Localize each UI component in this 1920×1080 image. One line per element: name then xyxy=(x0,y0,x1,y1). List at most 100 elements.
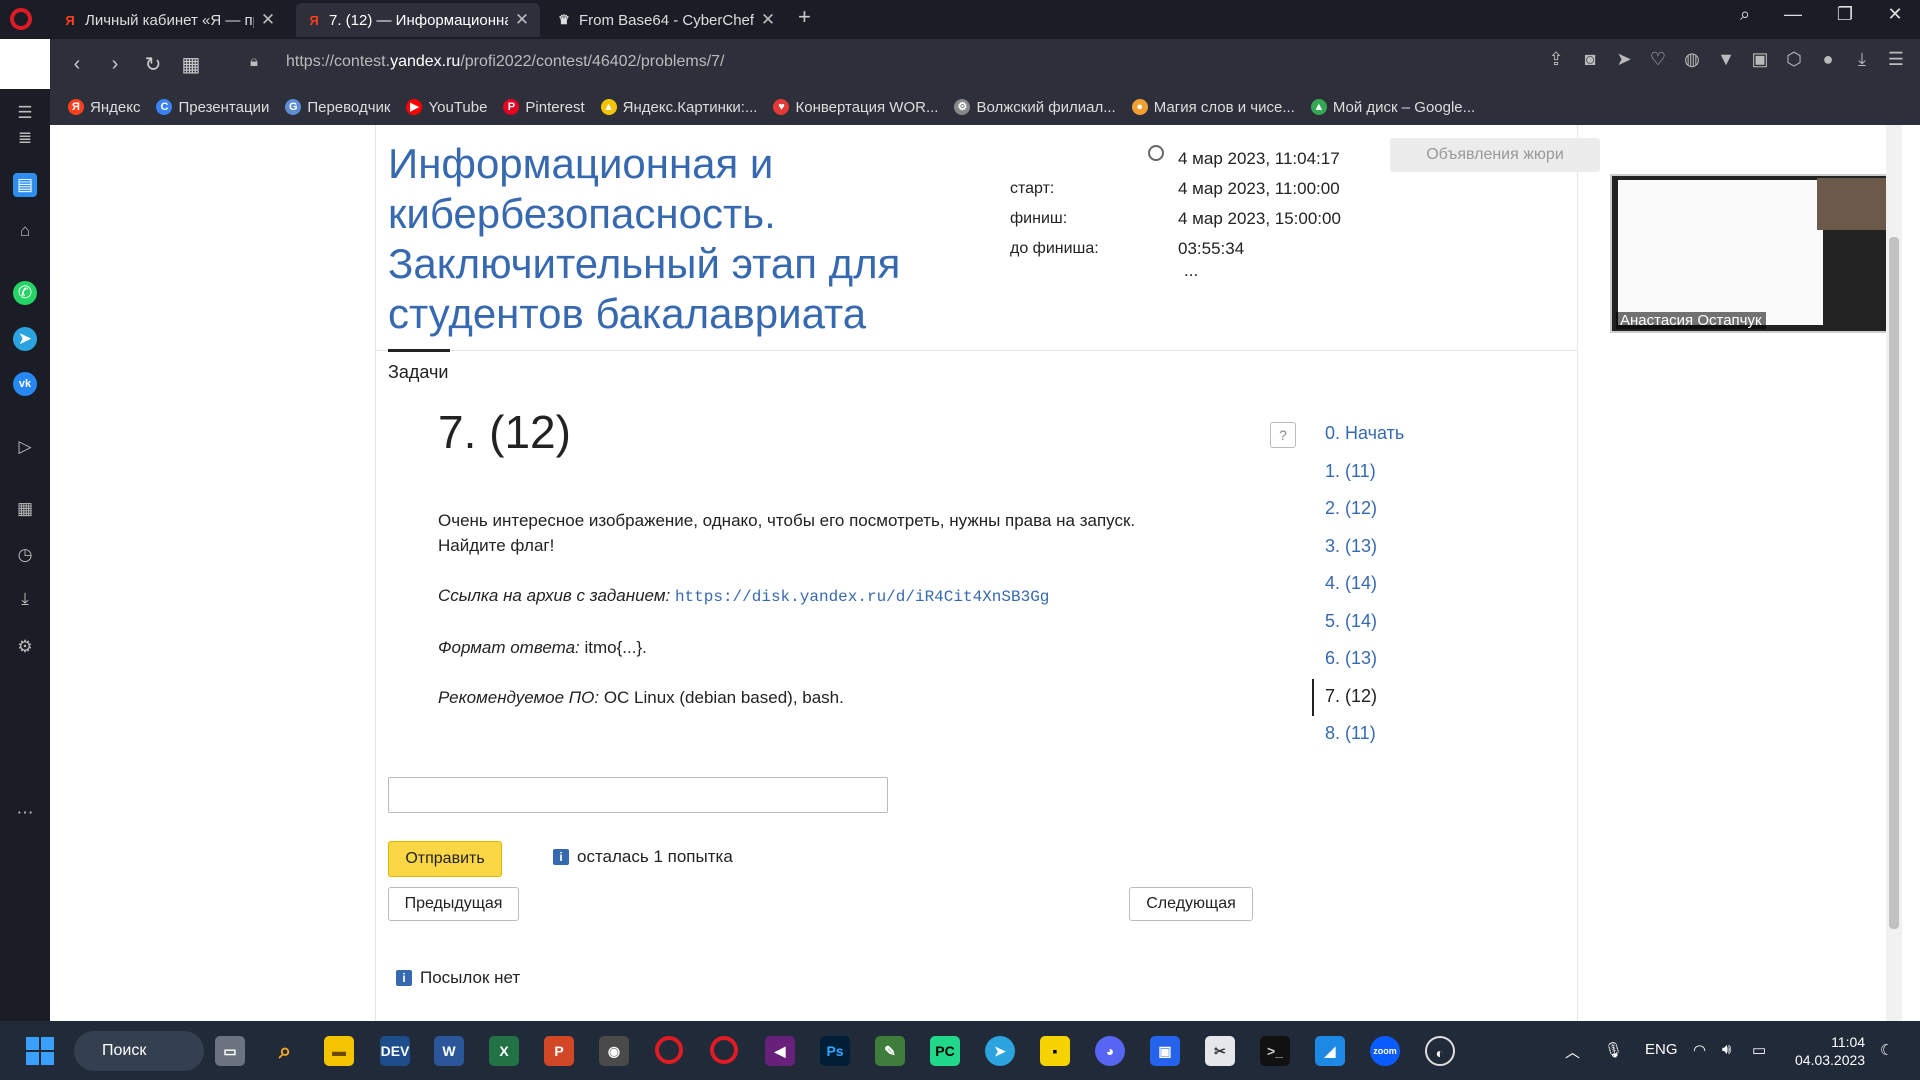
lock-icon[interactable]: 🔒︎ xyxy=(250,53,258,70)
tab-personal-cabinet[interactable]: Я Личный кабинет «Я — пр ✕ xyxy=(52,3,286,37)
tab-problem[interactable]: Я 7. (12) — Информационна ✕ xyxy=(296,3,540,37)
tab-tasks[interactable]: Задачи xyxy=(388,362,448,383)
share-icon[interactable]: ⇪ xyxy=(1544,49,1568,70)
close-tab-icon[interactable]: ✕ xyxy=(760,10,776,30)
opera-logo-icon[interactable] xyxy=(10,8,32,30)
game-app-icon[interactable]: ◉ xyxy=(599,1036,629,1066)
taskbar-clock[interactable]: 11:04 04.03.2023 xyxy=(1795,1033,1865,1069)
bookmark-convert-word[interactable]: ♥ Конвертация WOR... xyxy=(773,99,938,116)
sticky-notes-icon[interactable]: ▪ xyxy=(1040,1036,1070,1066)
extension-icon[interactable]: ▣ xyxy=(1748,49,1772,70)
vpn-icon[interactable]: ▼ xyxy=(1714,49,1738,70)
history-icon[interactable]: ◷ xyxy=(13,543,37,567)
whatsapp-icon[interactable]: ✆ xyxy=(13,281,37,305)
notes-icon[interactable]: ☰ xyxy=(13,101,37,125)
camera-icon[interactable]: ◙ xyxy=(1578,49,1602,70)
minimize-icon[interactable]: — xyxy=(1778,4,1808,25)
bookmark-volzhsky[interactable]: ⚙ Волжский филиал... xyxy=(954,99,1116,116)
bookmark-magic-words[interactable]: ● Магия слов и чисе... xyxy=(1131,99,1295,116)
task-view-icon[interactable]: ▭ xyxy=(215,1036,245,1066)
file-explorer-icon[interactable]: ▬ xyxy=(324,1036,354,1066)
workspace-icon[interactable]: ▤ xyxy=(13,173,37,197)
battery-icon[interactable]: ▭ xyxy=(1752,1041,1766,1059)
next-button[interactable]: Следующая xyxy=(1129,887,1253,921)
dev-app-icon[interactable]: DEV xyxy=(380,1036,410,1066)
bookmark-pinterest[interactable]: P Pinterest xyxy=(503,99,585,116)
apps-icon[interactable]: ▦ xyxy=(13,497,37,521)
opera-gx-icon[interactable] xyxy=(710,1036,738,1064)
search-tabs-icon[interactable]: ⌕ xyxy=(1730,4,1760,25)
taskbar-search[interactable]: Поиск xyxy=(74,1031,204,1071)
profile-icon[interactable]: ● xyxy=(1816,49,1840,70)
photoshop-icon[interactable]: Ps xyxy=(820,1036,850,1066)
terminal-icon[interactable]: >_ xyxy=(1260,1036,1290,1066)
scroll-thumb[interactable] xyxy=(1889,237,1899,929)
pycharm-icon[interactable]: PC xyxy=(930,1036,960,1066)
back-icon[interactable]: ‹ xyxy=(58,53,96,76)
windows-start-icon[interactable] xyxy=(26,1037,54,1065)
problem-link-5[interactable]: 5. (14) xyxy=(1325,603,1404,641)
jury-announcements-button[interactable]: Объявления жюри xyxy=(1390,138,1600,172)
close-tab-icon[interactable]: ✕ xyxy=(514,10,530,30)
more-icon[interactable]: ⋯ xyxy=(13,801,37,825)
bookmark-yandex[interactable]: Я Яндекс xyxy=(68,99,140,116)
obs-icon[interactable]: ◐ xyxy=(1425,1036,1455,1066)
problem-link-3[interactable]: 3. (13) xyxy=(1325,528,1404,566)
search-app-icon[interactable]: ⌕ xyxy=(270,1036,300,1066)
discord-icon[interactable]: ◕ xyxy=(1095,1036,1125,1066)
problem-link-6[interactable]: 6. (13) xyxy=(1325,640,1404,678)
wifi-icon[interactable]: ◠ xyxy=(1693,1041,1706,1059)
show-hidden-icons-icon[interactable]: ︿ xyxy=(1565,1041,1580,1062)
opera-icon[interactable] xyxy=(655,1036,683,1064)
excel-icon[interactable]: X xyxy=(489,1036,519,1066)
globe-icon[interactable]: ◍ xyxy=(1680,49,1704,70)
answer-input[interactable] xyxy=(388,777,888,813)
problem-link-2[interactable]: 2. (12) xyxy=(1325,490,1404,528)
shark-app-icon[interactable]: ◢ xyxy=(1315,1036,1345,1066)
player-icon[interactable]: ▷ xyxy=(13,435,37,459)
word-icon[interactable]: W xyxy=(434,1036,464,1066)
problem-link-1[interactable]: 1. (11) xyxy=(1325,453,1404,491)
video-call-tile[interactable]: Анастасия Остапчук xyxy=(1610,174,1891,333)
notepad-icon[interactable]: ✂ xyxy=(1205,1036,1235,1066)
more-ellipsis[interactable]: ... xyxy=(1178,262,1398,294)
telegram-icon[interactable]: ➤ xyxy=(985,1036,1015,1066)
problem-link-7[interactable]: 7. (12) xyxy=(1325,678,1404,716)
powerpoint-icon[interactable]: P xyxy=(544,1036,574,1066)
visual-studio-icon[interactable]: ◀ xyxy=(765,1036,795,1066)
problem-link-0[interactable]: 0. Начать xyxy=(1325,415,1404,453)
tabs-grid-icon[interactable]: ▦ xyxy=(172,52,210,77)
volume-icon[interactable]: 🔊︎ xyxy=(1722,1041,1731,1058)
save-disk-icon[interactable]: ▣ xyxy=(1150,1036,1180,1066)
forward-icon[interactable]: › xyxy=(96,53,134,76)
tab-cyberchef[interactable]: ♛ From Base64 - CyberChef ✕ xyxy=(546,3,786,37)
image-editor-icon[interactable]: ✎ xyxy=(875,1036,905,1066)
page-scrollbar[interactable] xyxy=(1886,125,1902,1021)
bookmark-presentations[interactable]: C Презентации xyxy=(156,99,269,116)
language-indicator[interactable]: ENG xyxy=(1645,1041,1678,1058)
send-icon[interactable]: ➤ xyxy=(1612,49,1636,70)
easy-setup-icon[interactable]: ☰ xyxy=(1884,49,1908,70)
bookmark-translator[interactable]: G Переводчик xyxy=(285,99,390,116)
list-icon[interactable]: ≣ xyxy=(13,126,37,150)
contest-title[interactable]: Информационная и кибербезопасность. Закл… xyxy=(388,139,988,339)
download-icon[interactable]: ⤓ xyxy=(1850,49,1874,70)
vk-icon[interactable]: vk xyxy=(13,372,37,396)
heart-icon[interactable]: ♡ xyxy=(1646,49,1670,70)
notifications-icon[interactable]: ☾ xyxy=(1880,1041,1893,1059)
help-button[interactable]: ? xyxy=(1270,422,1296,448)
bookmark-youtube[interactable]: ▶ YouTube xyxy=(406,99,487,116)
submit-button[interactable]: Отправить xyxy=(388,841,502,877)
problem-link-8[interactable]: 8. (11) xyxy=(1325,715,1404,753)
close-tab-icon[interactable]: ✕ xyxy=(260,10,276,30)
new-tab-icon[interactable]: + xyxy=(798,4,811,30)
archive-link[interactable]: https://disk.yandex.ru/d/iR4Cit4XnSB3Gg xyxy=(675,588,1049,606)
close-window-icon[interactable]: ✕ xyxy=(1880,4,1910,25)
zoom-icon[interactable]: zoom xyxy=(1370,1036,1400,1066)
problem-link-4[interactable]: 4. (14) xyxy=(1325,565,1404,603)
downloads-icon[interactable]: ⤓ xyxy=(13,587,37,611)
settings-gear-icon[interactable]: ⚙ xyxy=(13,635,37,659)
telegram-icon[interactable]: ➤ xyxy=(13,327,37,351)
cube-icon[interactable]: ⬡ xyxy=(1782,49,1806,70)
reload-icon[interactable]: ↻ xyxy=(134,52,172,77)
